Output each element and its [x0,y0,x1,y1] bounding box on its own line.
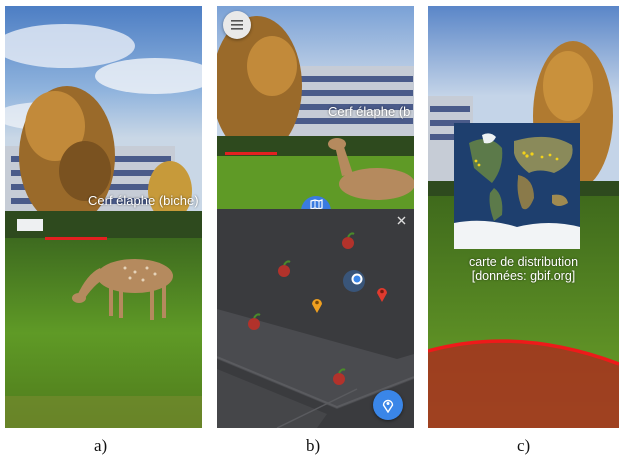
camera-scene-a [5,6,202,428]
species-ar-label: Cerf élaphe (biche) [88,193,199,208]
apple-pin-icon[interactable] [339,231,357,251]
species-ar-label: Cerf élaphe (b [328,104,411,119]
recenter-location-button[interactable] [373,390,403,420]
orange-marker-icon[interactable] [311,297,323,313]
close-map-button[interactable] [394,213,408,227]
caption-a: a) [94,436,108,455]
close-icon [397,216,405,224]
apple-pin-icon[interactable] [330,367,348,387]
apple-pin-icon[interactable] [275,259,293,279]
ar-view-a: Cerf élaphe (biche) [5,6,202,428]
menu-button[interactable] [223,11,251,39]
map-panel[interactable] [217,209,414,428]
distribution-map-image[interactable] [454,123,580,249]
location-pin-icon [382,399,394,413]
user-location-dot [351,273,363,285]
apple-pin-icon[interactable] [245,312,263,332]
red-marker-icon[interactable] [376,286,388,302]
ar-view-c: carte de distribution [données: gbif.org… [428,6,619,428]
distribution-map-label-1: carte de distribution [468,255,579,269]
menu-icon [231,20,243,30]
ar-view-b: Cerf élaphe (b [217,6,414,428]
distribution-map-label-2: [données: gbif.org] [471,269,576,283]
caption-c: c) [517,436,531,455]
caption-b: b) [306,436,321,455]
